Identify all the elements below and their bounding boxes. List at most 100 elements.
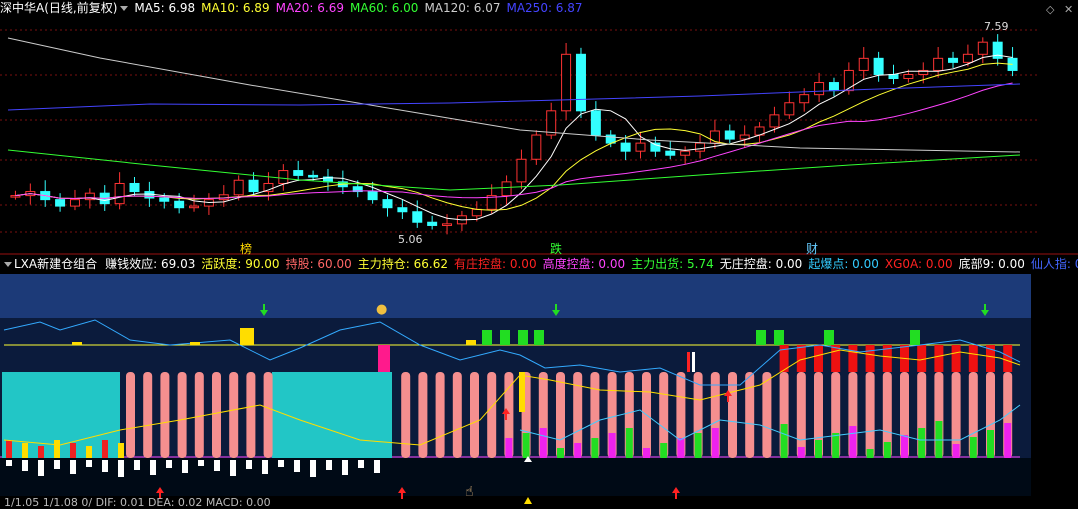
salmon-bar xyxy=(504,372,514,458)
candle-body xyxy=(590,110,601,136)
event-mark-bang[interactable]: 榜 xyxy=(240,240,252,257)
small-bar xyxy=(102,440,108,458)
candle-body xyxy=(546,110,557,136)
down-arrow-icon xyxy=(552,310,560,316)
ma60-line xyxy=(7,149,1021,191)
red-top-bar xyxy=(848,345,858,372)
green-marker xyxy=(518,330,528,345)
highlight-bar xyxy=(519,372,525,412)
candle-body xyxy=(873,57,884,75)
indicator-header: LXA新建仓组合 赚钱效应: 69.03 活跃度: 90.00 持股: 60.00 主力… xyxy=(0,256,1078,273)
salmon-bar xyxy=(452,372,462,458)
dropdown-icon[interactable] xyxy=(120,5,129,11)
small-bar xyxy=(118,443,124,458)
close-icon[interactable]: ✕ xyxy=(1064,3,1073,16)
salmon-bar xyxy=(762,372,772,458)
candle-body xyxy=(843,69,854,92)
indicator-value-5: 高度控盘: 0.00 xyxy=(542,257,626,271)
candle-body xyxy=(308,174,319,178)
signal-bar xyxy=(574,443,582,458)
salmon-bar xyxy=(143,372,153,458)
salmon-bar xyxy=(659,372,669,458)
salmon-bar xyxy=(573,372,583,458)
signal-bar xyxy=(1004,423,1012,458)
signal-bar xyxy=(591,438,599,458)
candle-body xyxy=(471,208,482,217)
candle-body xyxy=(769,114,780,128)
salmon-bar xyxy=(1003,372,1013,458)
small-bar xyxy=(86,446,92,458)
signal-bar xyxy=(522,433,530,458)
main-chart-header: 深中华A(日线,前复权) MA5: 6.98 MA10: 6.89 MA20: 6.6… xyxy=(0,0,1040,17)
candle-body xyxy=(174,200,185,209)
salmon-bar xyxy=(882,372,892,458)
red-top-bar xyxy=(882,345,892,372)
signal-bar xyxy=(505,438,513,458)
dropdown-icon[interactable] xyxy=(4,261,12,267)
yellow-line xyxy=(3,349,1021,446)
signal-bar xyxy=(694,433,702,458)
money-bag-icon: ● xyxy=(376,302,388,317)
candle-body xyxy=(10,195,21,198)
blue-line xyxy=(3,319,1021,386)
ma-legend-item-1: MA10: 6.89 xyxy=(201,1,270,15)
collapse-icon[interactable]: ◇ xyxy=(1046,3,1054,16)
salmon-bar xyxy=(848,372,858,458)
indicator-value-0: 赚钱效应: 69.03 xyxy=(105,257,196,271)
candle-body xyxy=(962,53,973,63)
candle-body xyxy=(903,73,914,80)
yellow-marker xyxy=(240,328,254,345)
candle-body xyxy=(948,57,959,63)
negative-bar xyxy=(150,460,156,475)
negative-bar xyxy=(278,460,284,467)
red-top-bar xyxy=(796,345,806,372)
macd-header: 1/1.05 1/1.08 0/ DIF: 0.01 DEA: 0.02 MAC… xyxy=(0,497,1078,509)
candlestick-chart[interactable] xyxy=(0,0,1078,256)
candle-body xyxy=(858,57,869,71)
salmon-bar xyxy=(779,372,789,458)
cyan-line xyxy=(519,404,1021,441)
salmon-bar xyxy=(986,372,995,458)
pink-marker xyxy=(378,345,390,372)
price-low-label: 5.06 xyxy=(398,233,423,246)
negative-bar xyxy=(70,460,76,474)
salmon-bar xyxy=(728,372,737,458)
salmon-bar xyxy=(745,372,755,458)
signal-bar xyxy=(832,433,840,458)
signal-bar xyxy=(901,435,908,458)
candle-body xyxy=(501,181,512,197)
event-mark-cai[interactable]: 财 xyxy=(806,240,818,257)
indicator-value-10: 底部9: 0.00 xyxy=(958,257,1025,271)
candle-body xyxy=(620,142,631,152)
signal-bar xyxy=(866,449,874,458)
negative-bar xyxy=(102,460,108,472)
macd-values: 1/1.05 1/1.08 0/ DIF: 0.01 DEA: 0.02 MAC… xyxy=(4,497,271,509)
candle-body xyxy=(933,57,944,71)
salmon-bar xyxy=(229,372,239,458)
salmon-bar xyxy=(900,372,909,458)
ma120-line xyxy=(7,37,1021,153)
negative-bar xyxy=(342,460,348,475)
salmon-bar xyxy=(934,372,944,458)
event-mark-die[interactable]: 跌 xyxy=(550,240,562,257)
ma-legend-item-0: MA5: 6.98 xyxy=(134,1,196,15)
signal-bar xyxy=(643,448,650,458)
signal-bar xyxy=(557,448,564,458)
instrument-title[interactable]: 深中华A(日线,前复权) xyxy=(0,1,117,15)
candle-body xyxy=(69,199,80,207)
indicator-value-6: 主力出货: 5.74 xyxy=(631,257,714,271)
candle-body xyxy=(516,158,527,183)
salmon-bar xyxy=(246,372,256,458)
signal-bar xyxy=(660,443,668,458)
signal-bar xyxy=(935,421,943,458)
up-arrow-icon xyxy=(398,487,406,493)
signal-bar xyxy=(883,442,891,458)
signal-bar xyxy=(987,430,994,458)
red-top-bar xyxy=(814,345,823,372)
salmon-bar xyxy=(676,372,686,458)
indicator-value-2: 持股: 60.00 xyxy=(285,257,352,271)
ma250-line xyxy=(7,83,1021,111)
salmon-bar xyxy=(710,372,720,458)
indicator-name[interactable]: LXA新建仓组合 xyxy=(14,257,97,271)
candle-body xyxy=(427,221,438,226)
